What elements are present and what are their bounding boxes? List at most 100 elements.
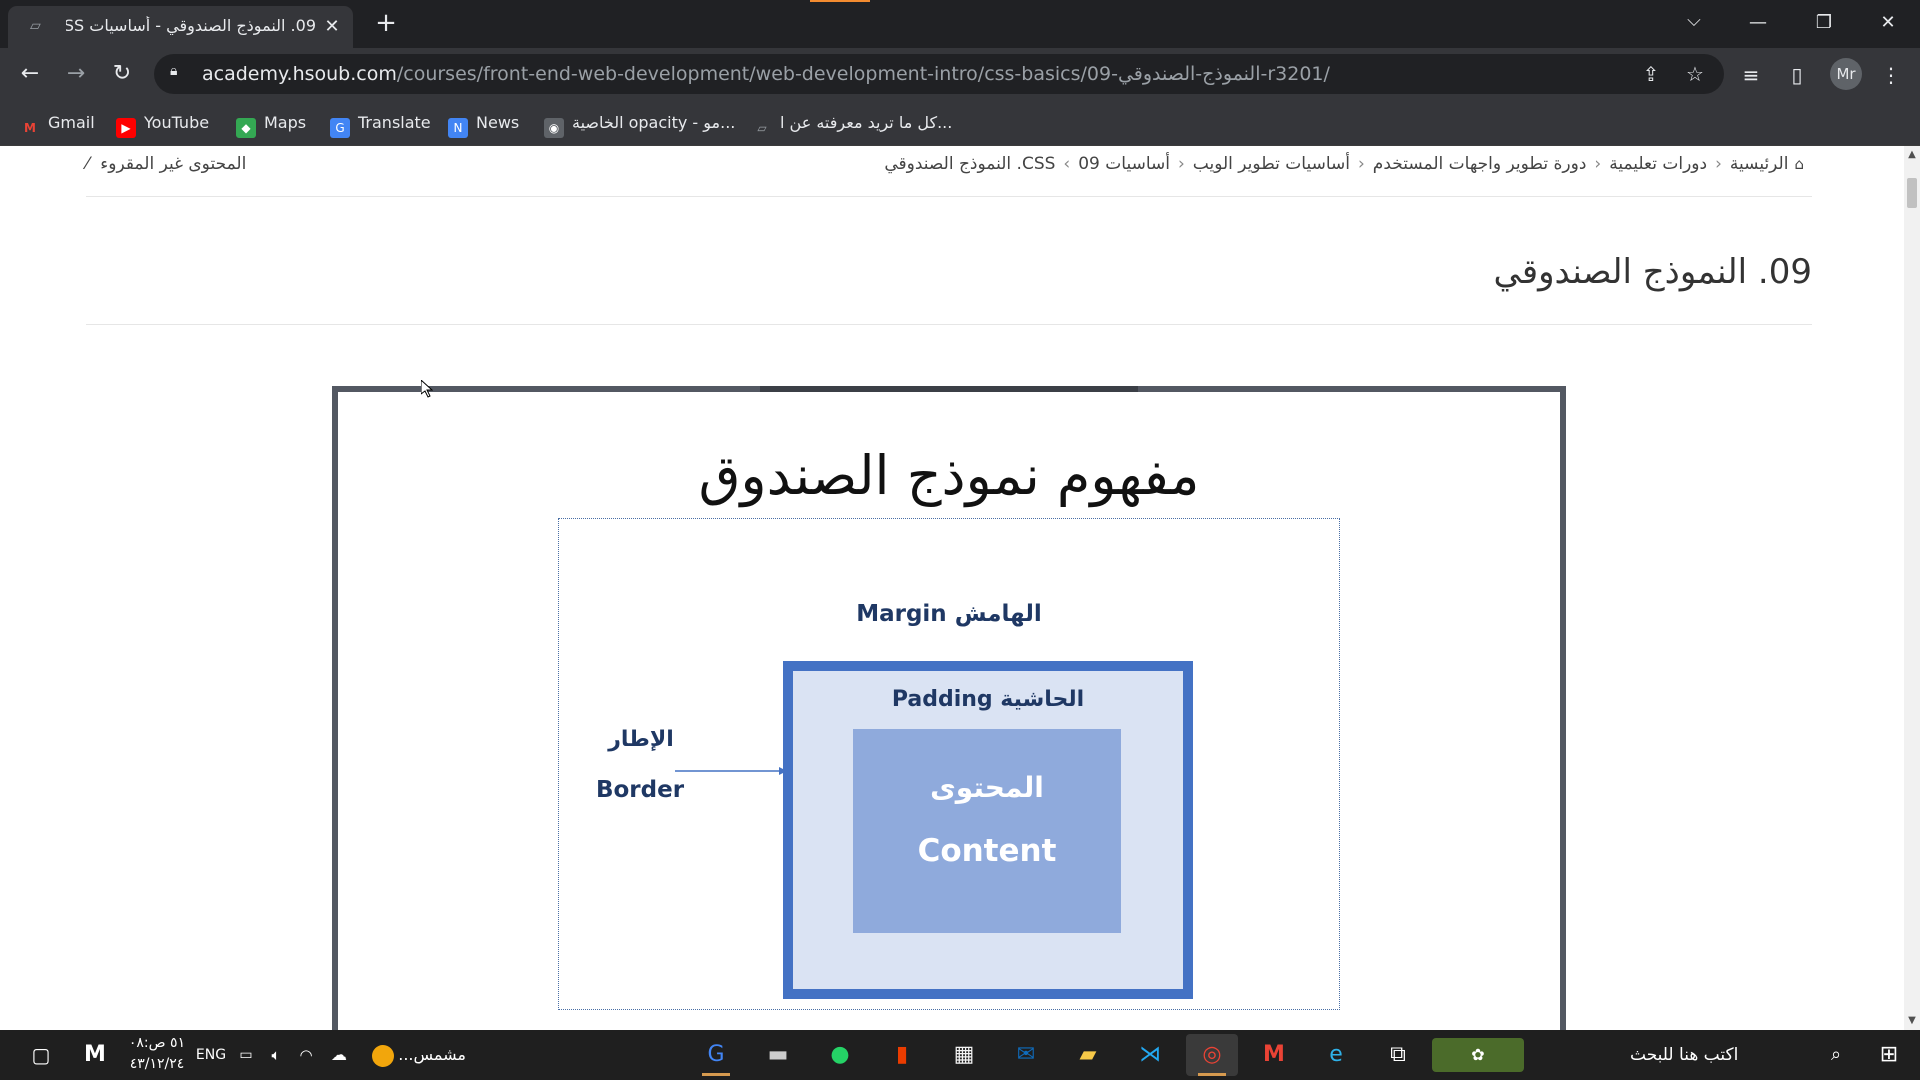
store-icon[interactable]: ▦ [938,1034,990,1076]
bookmark-everything-about[interactable]: ▱ كل ما تريد معرفته عن ا... [752,108,952,138]
gmail-icon: M [24,121,36,135]
reload-icon[interactable]: ↻ [108,60,136,88]
back-arrow-icon[interactable]: ← [16,60,44,88]
app-m-icon[interactable]: M [80,1038,110,1072]
content-area: المحتوى Content [853,729,1121,933]
file-explorer-icon[interactable]: ▰ [1062,1034,1114,1076]
bookmarks-bar: M Gmail ▶ YouTube ◆ Maps G Translate N News ◉… [0,100,1920,146]
terminal-icon[interactable]: ▬ [752,1034,804,1076]
notifications-icon[interactable]: ▢ [26,1038,56,1072]
tab-title: 09. النموذج الصندوقي - أساسيات CSS [66,16,316,35]
weather-sun-icon[interactable] [368,1038,398,1072]
translate-icon: G [330,118,350,138]
profile-avatar[interactable]: Mr [1830,58,1862,90]
url-path: /courses/front-end-web-development/web-d… [396,63,1330,85]
address-bar[interactable]: 🔒︎ academy.hsoub.com/courses/front-end-w… [154,54,1724,94]
bookmark-gmail[interactable]: M Gmail [20,108,95,138]
taskbar-search[interactable]: اكتب هنا للبحث [1630,1036,1840,1074]
tab-search-chevron-icon[interactable]: ⌵ [1680,10,1708,38]
search-icon[interactable]: ⌕ [1822,1038,1850,1072]
maps-icon: ◆ [236,118,256,138]
breadcrumb-courses[interactable]: دورات تعليمية [1609,154,1707,174]
bookmark-translate[interactable]: G Translate [330,108,431,138]
scroll-up-icon[interactable]: ▲ [1907,150,1917,160]
edge-icon[interactable]: e [1310,1034,1362,1076]
page-icon: ▱ [757,121,767,135]
bookmark-star-icon[interactable]: ☆ [1680,59,1710,89]
language-indicator[interactable]: ENG [194,1038,228,1072]
scroll-thumb[interactable] [1907,178,1917,208]
browser-tab-active[interactable]: ▱ 09. النموذج الصندوقي - أساسيات CSS ✕ [8,6,353,48]
scroll-down-icon[interactable]: ▼ [1907,1016,1917,1026]
breadcrumb: ⌂الرئيسية‹دورات تعليمية‹دورة تطوير واجها… [884,154,1804,174]
slide-title: مفهوم نموذج الصندوق [698,444,1200,507]
breadcrumb-home[interactable]: الرئيسية [1730,154,1789,174]
forward-arrow-icon[interactable]: → [62,60,90,88]
page-favicon-icon: ▱ [30,18,41,34]
tab-strip: ▱ 09. النموذج الصندوقي - أساسيات CSS ✕ +… [0,0,1920,48]
bookmark-opacity[interactable]: ◉ الخاصية opacity - مو... [544,108,735,138]
browser-toolbar: ← → ↻ 🔒︎ academy.hsoub.com/courses/front… [0,48,1920,100]
youtube-icon: ▶ [116,118,136,138]
unread-content-link[interactable]: المحتوى غير المقروء ⁄ [86,154,246,174]
clock-time: ۰۸:٥١ ص [128,1035,186,1051]
divider [86,324,1812,325]
weather-label[interactable]: مشمس... [398,1038,466,1072]
slide-top-accent [760,386,1138,392]
border-label-en: Border [595,777,685,803]
page-scrollbar[interactable]: ▲ ▼ [1904,146,1920,1030]
url-text[interactable]: academy.hsoub.com/courses/front-end-web-… [202,63,1330,85]
breadcrumb-course[interactable]: دورة تطوير واجهات المستخدم [1373,154,1587,174]
battery-icon[interactable]: ▭ [236,1038,256,1072]
lesson-slide: مفهوم نموذج الصندوق الهامش Margin الإطار… [332,386,1566,1030]
clock-date: ٤٣/١٢/٢٤ [129,1056,185,1072]
page-title: 09. النموذج الصندوقي [1493,252,1812,292]
windows-taskbar: ▢ M ۰۸:٥١ ص ٤٣/١٢/٢٤ ENG ▭ 🔈︎ ◠ ☁ مشمس...… [0,1030,1920,1080]
breadcrumb-web-basics[interactable]: أساسيات تطوير الويب [1193,154,1350,174]
gmail-icon[interactable]: M [1248,1034,1300,1076]
loading-indicator [810,0,870,2]
lock-icon[interactable]: 🔒︎ [170,63,188,83]
content-label-en: Content [917,833,1057,869]
margin-label: الهامش Margin [856,601,1042,627]
divider [86,196,1812,197]
bookmark-news[interactable]: N News [448,108,519,138]
wifi-icon[interactable]: ◠ [294,1038,318,1072]
magic-wand-icon: ⁄ [86,154,95,174]
windows-start-icon[interactable]: ⊞ [1872,1038,1906,1072]
mouse-cursor [421,380,433,398]
kebab-menu-icon[interactable]: ⋮ [1876,60,1906,90]
margin-area: الهامش Margin الإطار Border الحاشية Padd… [558,518,1340,1010]
news-icon: N [448,118,468,138]
bookmark-youtube[interactable]: ▶ YouTube [116,108,209,138]
padding-label: الحاشية Padding [891,687,1085,712]
clock[interactable]: ۰۸:٥١ ص ٤٣/١٢/٢٤ [122,1033,192,1075]
restore-button[interactable]: ❐ [1804,8,1844,38]
office-icon[interactable]: ▮ [876,1034,928,1076]
close-window-button[interactable]: ✕ [1868,8,1908,38]
home-icon: ⌂ [1794,155,1804,173]
border-arrow [675,767,787,775]
bookmark-maps[interactable]: ◆ Maps [236,108,306,138]
google-translate-icon[interactable]: G [690,1034,742,1076]
border-area: الحاشية Padding المحتوى Content [783,661,1193,999]
vscode-icon[interactable]: ⋊ [1124,1034,1176,1076]
globe-icon: ◉ [544,118,564,138]
volume-icon[interactable]: 🔈︎ [264,1038,288,1072]
task-view-icon[interactable]: ⧉ [1372,1034,1424,1076]
whatsapp-icon[interactable]: ● [814,1034,866,1076]
onedrive-cloud-icon[interactable]: ☁ [324,1038,354,1072]
share-icon[interactable]: ⇪ [1636,59,1666,89]
tab-close-icon[interactable]: ✕ [320,15,344,39]
side-panel-icon[interactable]: ▯ [1782,60,1812,90]
web-page: ⌂الرئيسية‹دورات تعليمية‹دورة تطوير واجها… [0,146,1904,1030]
chrome-icon[interactable]: ◎ [1186,1034,1238,1076]
unread-label: المحتوى غير المقروء [100,154,247,174]
url-host: academy.hsoub.com [202,63,397,85]
widgets-flower-icon[interactable]: ✿ [1432,1038,1524,1072]
new-tab-button[interactable]: + [372,10,400,38]
media-control-icon[interactable]: ≡ [1736,60,1766,90]
minimize-button[interactable]: — [1738,8,1778,38]
border-label-ar: الإطار [608,727,674,752]
mail-icon[interactable]: ✉ [1000,1034,1052,1076]
